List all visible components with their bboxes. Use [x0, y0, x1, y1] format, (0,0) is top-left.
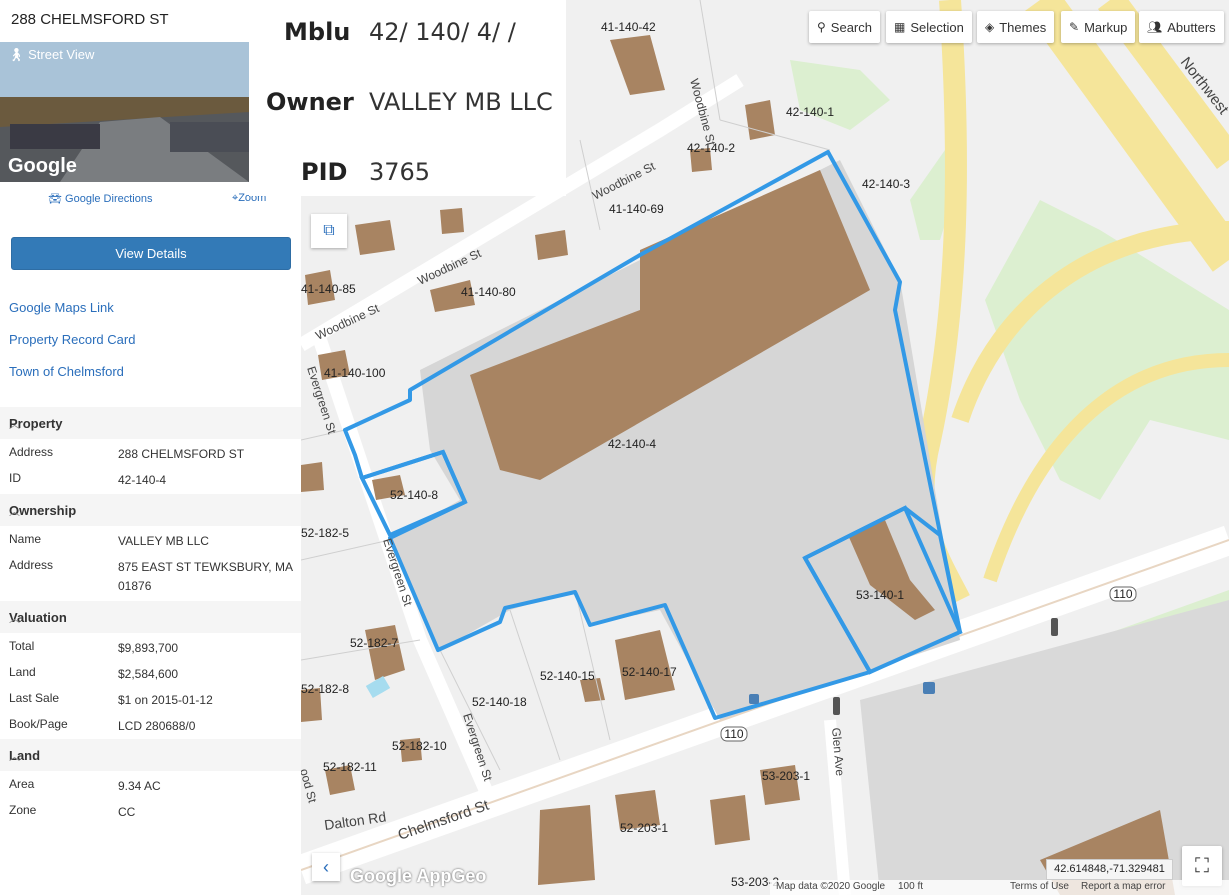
person-icon: 🚶︎ — [8, 47, 25, 62]
popup-pid-value: 3765 — [369, 158, 431, 186]
bus-stop-icon — [749, 694, 759, 704]
popup-pid-label: PID — [301, 158, 348, 186]
section-header-ownership[interactable]: Ownership ︿ — [0, 494, 301, 526]
parcel-label: 41-140-100 — [324, 366, 386, 380]
property-title: 288 CHELMSFORD ST — [11, 11, 169, 28]
building — [355, 220, 395, 255]
bus-stop-icon — [923, 682, 935, 694]
frame-icon: ⧉ — [323, 222, 335, 239]
section-header-property[interactable]: Property ︿ — [0, 407, 301, 439]
chevron-up-icon: ︿ — [9, 506, 20, 518]
search-button[interactable]: ⚲ Search — [809, 11, 880, 43]
abutters-button[interactable]: 👥︎ Abutters — [1139, 11, 1224, 43]
map-google-logo: Google AppGeo — [350, 866, 487, 886]
route-shield-label: 110 — [724, 727, 743, 741]
terms-link[interactable]: Terms of Use — [1010, 881, 1069, 892]
popup-owner-label: Owner — [266, 88, 354, 116]
users-icon: 👥︎ — [1147, 20, 1163, 34]
google-maps-link[interactable]: Google Maps Link — [9, 300, 114, 315]
parcel-label: 41-140-85 — [301, 282, 356, 296]
map-attribution: Map data ©2020 Google 100 ft Terms of Us… — [770, 880, 1229, 895]
chevron-up-icon: ︿ — [9, 751, 20, 763]
section-header-valuation[interactable]: Valuation ︿ — [0, 601, 301, 633]
parcel-label: 52-140-15 — [540, 669, 595, 683]
collapse-panel-button[interactable]: ‹ — [312, 853, 340, 881]
traffic-light-icon — [1051, 618, 1058, 636]
parcel-label: 52-182-11 — [323, 760, 377, 774]
parcel-label: 52-182-10 — [392, 739, 447, 753]
markup-button[interactable]: ✎ Markup — [1061, 11, 1136, 43]
scale-label: 100 ft — [898, 881, 924, 892]
layer-toggle-button[interactable]: ⧉ — [311, 214, 347, 248]
building — [535, 230, 568, 260]
parcel-label: 52-140-17 — [622, 665, 677, 679]
parcel-label: 52-182-7 — [350, 636, 398, 650]
parcel-label: 52-140-8 — [390, 488, 438, 502]
layers-icon: ◈ — [985, 20, 995, 34]
parcel-label: 52-182-5 — [301, 526, 349, 540]
building — [301, 462, 324, 492]
popup-mblu-label: Mblu — [284, 18, 351, 46]
street-view-thumbnail[interactable]: 🚶︎ Street View Google — [0, 42, 249, 182]
building — [538, 805, 595, 885]
property-record-card-link[interactable]: Property Record Card — [9, 332, 135, 347]
search-icon: ⚲ — [817, 20, 826, 34]
car-icon: 🚘︎ — [48, 193, 62, 205]
parcel-label: 53-203-1 — [762, 769, 810, 783]
parcel-label: 41-140-69 — [609, 202, 664, 216]
route-shield-label: 110 — [1113, 587, 1132, 601]
map-data-credit: Map data ©2020 Google — [776, 881, 886, 892]
parcel-label: 53-140-1 — [856, 588, 904, 602]
property-popup: Mblu 42/ 140/ 4/ / Owner VALLEY MB LLC P… — [249, 0, 566, 196]
chevron-up-icon: ︿ — [9, 419, 20, 431]
selection-button[interactable]: ▦ Selection — [886, 11, 972, 43]
street-view-label: 🚶︎ Street View — [8, 47, 95, 62]
popup-owner-value: VALLEY MB LLC — [369, 88, 553, 116]
building — [710, 795, 750, 845]
parcel-label: 42-140-4 — [608, 437, 656, 451]
traffic-light-icon — [833, 697, 840, 715]
parcel-label: 41-140-80 — [461, 285, 516, 299]
parcel-label: 42-140-1 — [786, 105, 834, 119]
view-details-button[interactable]: View Details — [11, 237, 291, 270]
parcel-label: 52-203-1 — [620, 821, 668, 835]
section-header-land[interactable]: Land ︿ — [0, 739, 301, 771]
parcel-label: 41-140-42 — [601, 20, 656, 34]
parcel-label: 42-140-3 — [862, 177, 910, 191]
town-link[interactable]: Town of Chelmsford — [9, 364, 124, 379]
coordinate-readout: 42.614848,-71.329481 — [1046, 859, 1173, 880]
report-error-link[interactable]: Report a map error — [1081, 881, 1165, 892]
chevron-left-icon: ‹ — [323, 857, 329, 877]
parcel-label: 52-140-18 — [472, 695, 527, 709]
fullscreen-icon: ⛶ — [1195, 855, 1209, 877]
google-logo: Google — [8, 155, 77, 177]
themes-button[interactable]: ◈ Themes — [977, 11, 1055, 43]
chevron-up-icon: ︿ — [9, 613, 20, 625]
building — [440, 208, 464, 234]
google-directions-link[interactable]: 🚘︎ Google Directions — [48, 192, 152, 205]
paintbrush-icon: ✎ — [1069, 20, 1080, 34]
grid-icon: ▦ — [894, 20, 906, 34]
popup-mblu-value: 42/ 140/ 4/ / — [369, 18, 516, 46]
parcel-label: 52-182-8 — [301, 682, 349, 696]
